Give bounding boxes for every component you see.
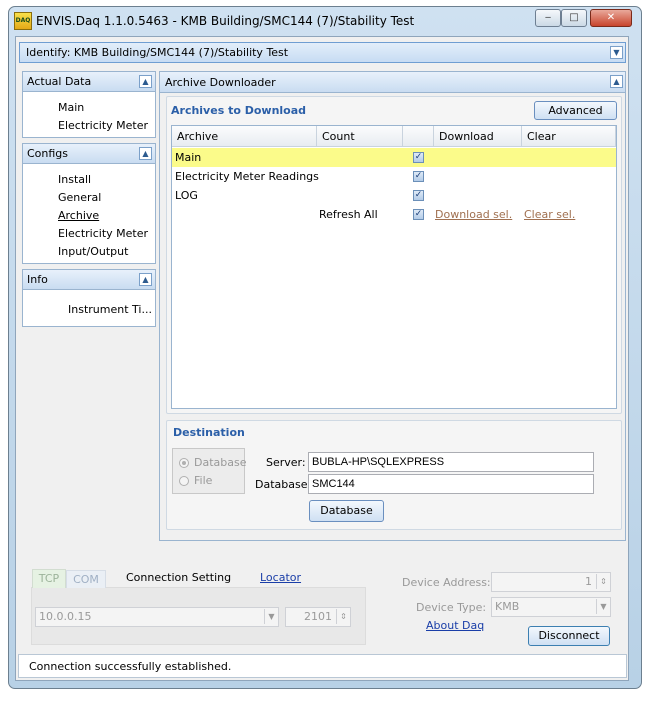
info-header[interactable]: Info ▲: [23, 270, 155, 290]
nav-item-general[interactable]: General: [58, 191, 101, 204]
nav-item-input-output[interactable]: Input/Output: [58, 245, 128, 258]
locator-link[interactable]: Locator: [260, 571, 301, 584]
close-button[interactable]: ✕: [590, 9, 632, 27]
table-row[interactable]: LOG ✓: [172, 186, 616, 205]
nav-item-electricity-meter[interactable]: Electricity Meter: [58, 119, 148, 132]
nav-item-electricity-meter-config[interactable]: Electricity Meter: [58, 227, 148, 240]
chevron-up-icon[interactable]: ▲: [610, 75, 623, 88]
archive-downloader-header[interactable]: Archive Downloader ▲: [160, 72, 625, 93]
chevron-up-icon[interactable]: ▲: [139, 273, 152, 286]
checkbox-icon[interactable]: ✓: [413, 171, 424, 182]
ip-address-value: 10.0.0.15: [39, 610, 92, 623]
nav-item-main[interactable]: Main: [58, 101, 84, 114]
table-row[interactable]: Main ✓: [172, 148, 616, 167]
status-bar: Connection successfully established.: [18, 654, 627, 678]
destination-options-box: Database File: [172, 448, 247, 494]
spin-icon[interactable]: ⇕: [596, 574, 610, 589]
server-label: Server:: [266, 456, 306, 469]
spin-icon[interactable]: ⇕: [336, 609, 350, 624]
archive-name: Main: [175, 151, 202, 164]
refresh-all-label: Refresh All: [319, 208, 378, 221]
checkbox-icon[interactable]: ✓: [413, 190, 424, 201]
info-title: Info: [27, 273, 48, 286]
database-button[interactable]: Database: [309, 500, 384, 522]
port-stepper[interactable]: 2101 ⇕: [285, 607, 351, 627]
archives-table: Archive Count Download Clear Main ✓ Elec…: [171, 125, 617, 409]
configs-panel: Configs ▲ Install General Archive Electr…: [22, 143, 156, 264]
identify-bar[interactable]: Identify: KMB Building/SMC144 (7)/Stabil…: [19, 42, 626, 63]
archives-title: Archives to Download: [171, 104, 307, 117]
info-panel: Info ▲ Instrument Ti...: [22, 269, 156, 327]
ip-address-combo[interactable]: 10.0.0.15 ▼: [35, 607, 279, 627]
archive-name: Electricity Meter Readings: [175, 170, 319, 183]
clear-selected-link[interactable]: Clear sel.: [524, 208, 575, 221]
nav-item-install[interactable]: Install: [58, 173, 91, 186]
identify-label: Identify: KMB Building/SMC144 (7)/Stabil…: [26, 46, 289, 59]
minimize-button[interactable]: ‒: [535, 9, 561, 27]
window-title: ENVIS.Daq 1.1.0.5463 - KMB Building/SMC1…: [36, 14, 415, 28]
option-file-label: File: [194, 474, 213, 487]
status-message: Connection successfully established.: [29, 660, 232, 673]
actual-data-title: Actual Data: [27, 75, 92, 88]
about-daq-link[interactable]: About Daq: [426, 619, 484, 632]
disconnect-button[interactable]: Disconnect: [528, 626, 610, 646]
option-database-label: Database: [194, 456, 247, 469]
configs-header[interactable]: Configs ▲: [23, 144, 155, 164]
destination-title: Destination: [173, 426, 245, 439]
tab-com[interactable]: COM: [66, 570, 106, 588]
device-type-value: KMB: [495, 600, 520, 613]
column-header-download[interactable]: Download: [434, 126, 522, 147]
device-address-stepper[interactable]: 1 ⇕: [491, 572, 611, 592]
advanced-button[interactable]: Advanced: [534, 101, 617, 120]
select-all-checkbox-icon[interactable]: ✓: [413, 209, 424, 220]
archive-name: LOG: [175, 189, 198, 202]
actual-data-header[interactable]: Actual Data ▲: [23, 72, 155, 92]
chevron-up-icon[interactable]: ▲: [139, 75, 152, 88]
device-address-value: 1: [585, 575, 592, 588]
chevron-down-icon[interactable]: ▼: [596, 599, 610, 614]
radio-database[interactable]: [179, 458, 189, 468]
server-input[interactable]: [308, 452, 594, 472]
port-value: 2101: [304, 610, 332, 623]
device-type-label: Device Type:: [416, 601, 487, 614]
checkbox-icon[interactable]: ✓: [413, 152, 424, 163]
configs-title: Configs: [27, 147, 69, 160]
connection-setting-label: Connection Setting: [126, 571, 232, 584]
table-footer-row: Refresh All ✓ Download sel. Clear sel.: [172, 205, 616, 224]
tab-tcp[interactable]: TCP: [32, 569, 66, 588]
column-header-count[interactable]: Count: [317, 126, 403, 147]
actual-data-panel: Actual Data ▲ Main Electricity Meter: [22, 71, 156, 138]
column-header-check[interactable]: [403, 126, 434, 147]
nav-item-instrument-time[interactable]: Instrument Ti...: [68, 303, 152, 316]
archive-downloader-title: Archive Downloader: [165, 76, 276, 89]
radio-file[interactable]: [179, 476, 189, 486]
download-selected-link[interactable]: Download sel.: [435, 208, 512, 221]
chevron-down-icon[interactable]: ▼: [264, 609, 278, 624]
app-logo-icon: DAQ: [14, 12, 32, 30]
nav-item-archive[interactable]: Archive: [58, 209, 99, 222]
device-address-label: Device Address:: [402, 576, 491, 589]
maximize-button[interactable]: □: [561, 9, 587, 27]
chevron-down-icon[interactable]: ▼: [610, 46, 623, 59]
device-type-select[interactable]: KMB ▼: [491, 597, 611, 617]
table-row[interactable]: Electricity Meter Readings ✓: [172, 167, 616, 186]
column-header-clear[interactable]: Clear: [522, 126, 616, 147]
chevron-up-icon[interactable]: ▲: [139, 147, 152, 160]
database-label: Database:: [255, 478, 312, 491]
database-input[interactable]: [308, 474, 594, 494]
column-header-archive[interactable]: Archive: [172, 126, 317, 147]
